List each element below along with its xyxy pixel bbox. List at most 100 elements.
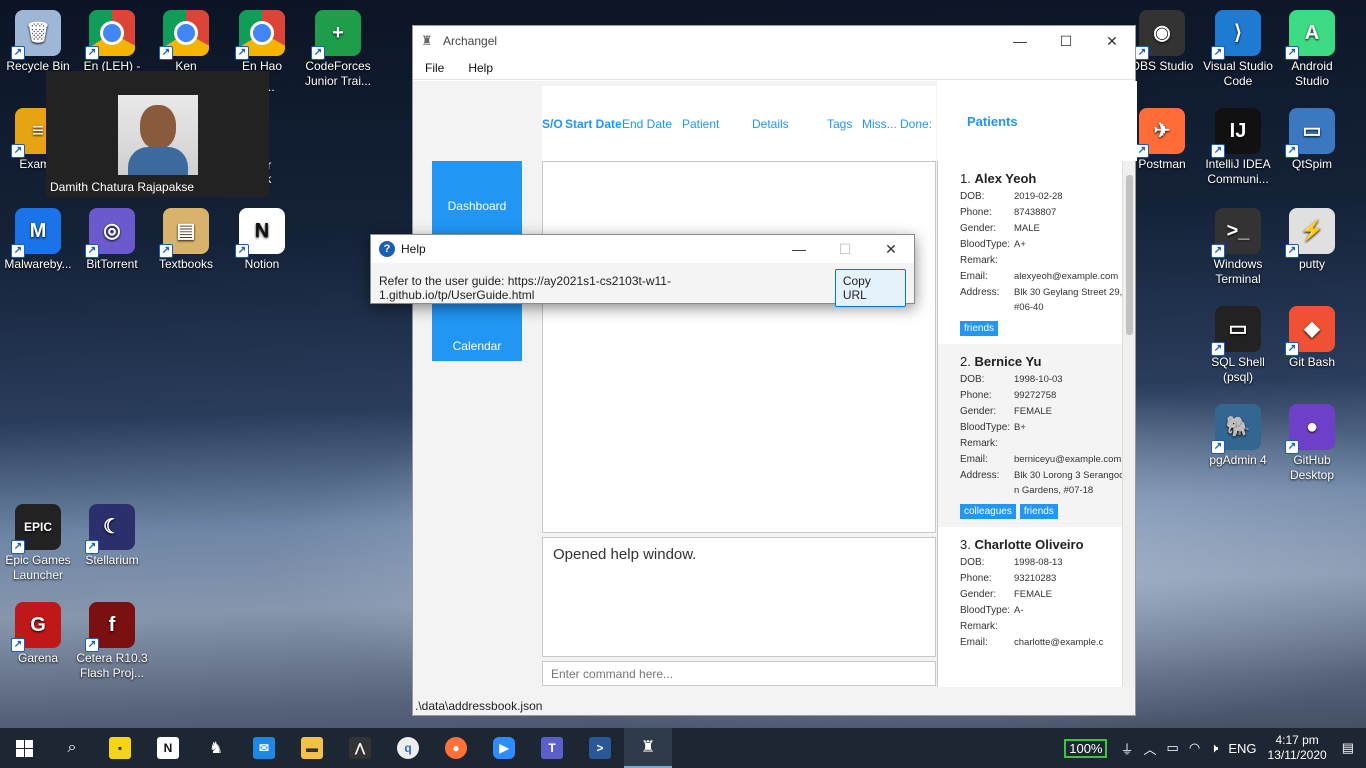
patient-list[interactable]: 1. Alex Yeoh DOB: 2019-02-28 Phone: 87438807… xyxy=(937,161,1135,687)
column-done[interactable]: Done: xyxy=(900,117,932,131)
right-icon-4[interactable]: IJ ↗ IntelliJ IDEA Communi... xyxy=(1200,104,1276,187)
qbittorrent-icon[interactable]: q xyxy=(384,728,432,768)
help-close-icon[interactable]: ✕ xyxy=(868,235,914,263)
left-icon-8[interactable]: ▤ ↗ Textbooks xyxy=(148,204,224,272)
right-icon-6[interactable]: >_ ↗ Windows Terminal xyxy=(1200,204,1276,287)
column-missed[interactable]: Miss... xyxy=(862,117,897,131)
right-icon-8[interactable]: ▭ ↗ SQL Shell (psql) xyxy=(1200,302,1276,385)
column-tags[interactable]: Tags xyxy=(827,117,852,131)
right-icon-7[interactable]: ⚡ ↗ putty xyxy=(1274,204,1350,272)
left-icon-3[interactable]: ↗ En Hao xyxy=(224,6,300,74)
right-icon-4-image: IJ ↗ xyxy=(1211,108,1261,158)
plug-icon[interactable]: ⏚ xyxy=(1120,739,1133,758)
copy-url-button[interactable]: Copy URL xyxy=(834,269,906,307)
app-taskbar-icon[interactable]: ♞ xyxy=(192,728,240,768)
help-minimize-icon[interactable]: — xyxy=(776,235,822,263)
shortcut-arrow-icon: ↗ xyxy=(11,244,25,258)
shortcut-arrow-icon: ↗ xyxy=(235,46,249,60)
notifications-icon[interactable]: ▤ xyxy=(1342,740,1354,756)
archangel-taskbar-icon[interactable]: ♜ xyxy=(624,728,672,768)
right-icon-label: Visual Studio Code xyxy=(1203,59,1273,88)
command-input[interactable] xyxy=(542,661,936,686)
close-icon[interactable]: ✕ xyxy=(1089,26,1135,56)
right-icon-10[interactable]: 🐘 ↗ pgAdmin 4 xyxy=(1200,400,1276,468)
menu-help[interactable]: Help xyxy=(456,61,505,75)
search-icon[interactable]: ⌕ xyxy=(48,728,96,768)
shortcut-arrow-icon: ↗ xyxy=(1211,342,1225,356)
firefox-icon[interactable]: ● xyxy=(432,728,480,768)
right-icon-2[interactable]: A ↗ Android Studio xyxy=(1274,6,1350,89)
acrobat-icon[interactable]: ⋀ xyxy=(336,728,384,768)
archangel-window: ♜ Archangel — ☐ ✕ File Help Dashboard Ca… xyxy=(412,25,1137,716)
field-label: Phone: xyxy=(960,207,992,218)
left-icon-label: BitTorrent xyxy=(86,257,138,271)
patient-card[interactable]: 2. Bernice Yu DOB: 1998-10-03 Phone: 9927275… xyxy=(938,344,1135,527)
field-value xyxy=(1014,436,1125,452)
left-icon-1[interactable]: ↗ En (LEH) - xyxy=(74,6,150,74)
left-icon-0[interactable]: 🗑 ↗ Recycle Bin xyxy=(0,6,76,74)
left-icon-label: Cetera R10.3 Flash Proj... xyxy=(76,651,148,680)
column-details[interactable]: Details xyxy=(752,117,789,131)
patient-name: 1. Alex Yeoh xyxy=(960,171,1125,186)
help-title-bar[interactable]: ? Help — ☐ ✕ xyxy=(371,235,914,263)
column-patient[interactable]: Patient xyxy=(682,117,719,131)
field-value: charlotte@example.c xyxy=(1014,637,1104,648)
right-icon-5[interactable]: ▭ ↗ QtSpim xyxy=(1274,104,1350,172)
left-icon-0-image: 🗑 ↗ xyxy=(11,10,61,60)
tag-badge: colleagues xyxy=(960,504,1016,519)
battery-icon[interactable]: ▭ xyxy=(1167,740,1179,756)
left-icon-6[interactable]: M ↗ Malwareby... xyxy=(0,204,76,272)
left-icon-10[interactable]: EPIC ↗ Epic Games Launcher xyxy=(0,500,76,583)
column-so[interactable]: S/O xyxy=(542,117,563,131)
notion-taskbar-icon[interactable]: N xyxy=(144,728,192,768)
menu-file[interactable]: File xyxy=(413,61,456,75)
file-explorer-icon[interactable]: ▬ xyxy=(288,728,336,768)
right-icon-11[interactable]: ● ↗ GitHub Desktop xyxy=(1274,400,1350,483)
sticky-notes-icon[interactable]: ▪ xyxy=(96,728,144,768)
appointment-list[interactable] xyxy=(542,161,936,533)
chevron-up-icon[interactable]: ︿ xyxy=(1144,739,1157,758)
mail-icon[interactable]: ✉ xyxy=(240,728,288,768)
right-icon-1[interactable]: ⟩ ↗ Visual Studio Code xyxy=(1200,6,1276,89)
minimize-icon[interactable]: — xyxy=(997,26,1043,56)
patient-name-text: Charlotte Oliveiro xyxy=(974,537,1084,552)
field-value: Blk 30 Lorong 3 Serangoon Gardens, #07-1… xyxy=(1014,470,1125,496)
scrollbar-thumb[interactable] xyxy=(1126,175,1133,335)
start-button[interactable] xyxy=(0,728,48,768)
patient-card[interactable]: 1. Alex Yeoh DOB: 2019-02-28 Phone: 87438807… xyxy=(938,161,1135,344)
shortcut-arrow-icon: ↗ xyxy=(1285,46,1299,60)
left-icon-13[interactable]: f ↗ Cetera R10.3 Flash Proj... xyxy=(74,598,150,681)
powershell-icon[interactable]: > xyxy=(576,728,624,768)
battery-indicator[interactable]: 100% xyxy=(1064,738,1108,758)
patient-index: 1. xyxy=(960,171,971,186)
left-icon-9[interactable]: N ↗ Notion xyxy=(224,204,300,272)
clock[interactable]: 4:17 pm 13/11/2020 xyxy=(1268,733,1327,763)
wifi-icon[interactable]: ◠ xyxy=(1189,740,1200,756)
patient-list-scrollbar[interactable] xyxy=(1122,161,1135,687)
left-icon-2[interactable]: ↗ Ken xyxy=(148,6,224,74)
volume-icon[interactable]: 🕨 xyxy=(1210,740,1218,756)
shortcut-arrow-icon: ↗ xyxy=(235,244,249,258)
teams-icon[interactable]: T xyxy=(528,728,576,768)
video-call-overlay[interactable]: Damith Chatura Rajapakse xyxy=(46,71,269,197)
field-label: Email: xyxy=(960,637,988,648)
right-icon-9[interactable]: ◆ ↗ Git Bash xyxy=(1274,302,1350,370)
field-value: 1998-10-03 xyxy=(1014,374,1063,385)
column-end-date[interactable]: End Date xyxy=(622,117,672,131)
title-bar[interactable]: ♜ Archangel — ☐ ✕ xyxy=(413,26,1135,56)
patient-field-gender: Gender: MALE xyxy=(960,221,1125,237)
left-icon-12[interactable]: G ↗ Garena xyxy=(0,598,76,666)
patient-field-phone: Phone: 99272758 xyxy=(960,388,1125,404)
right-icon-2-image: A ↗ xyxy=(1285,10,1335,60)
left-icon-4[interactable]: + ↗ CodeForces Junior Trai... xyxy=(300,6,376,89)
column-start-date[interactable]: Start Date xyxy=(565,117,622,131)
field-label: Email: xyxy=(960,271,988,282)
language-indicator[interactable]: ENG xyxy=(1228,741,1256,756)
maximize-icon[interactable]: ☐ xyxy=(1043,26,1089,56)
left-icon-7[interactable]: ◎ ↗ BitTorrent xyxy=(74,204,150,272)
patient-card[interactable]: 3. Charlotte Oliveiro DOB: 1998-08-13 Phone… xyxy=(938,527,1135,659)
zoom-icon[interactable]: ▶ xyxy=(480,728,528,768)
right-icon-label: SQL Shell (psql) xyxy=(1211,355,1265,384)
left-icon-11[interactable]: ☾ ↗ Stellarium xyxy=(74,500,150,568)
patient-field-remark: Remark: xyxy=(960,253,1125,269)
